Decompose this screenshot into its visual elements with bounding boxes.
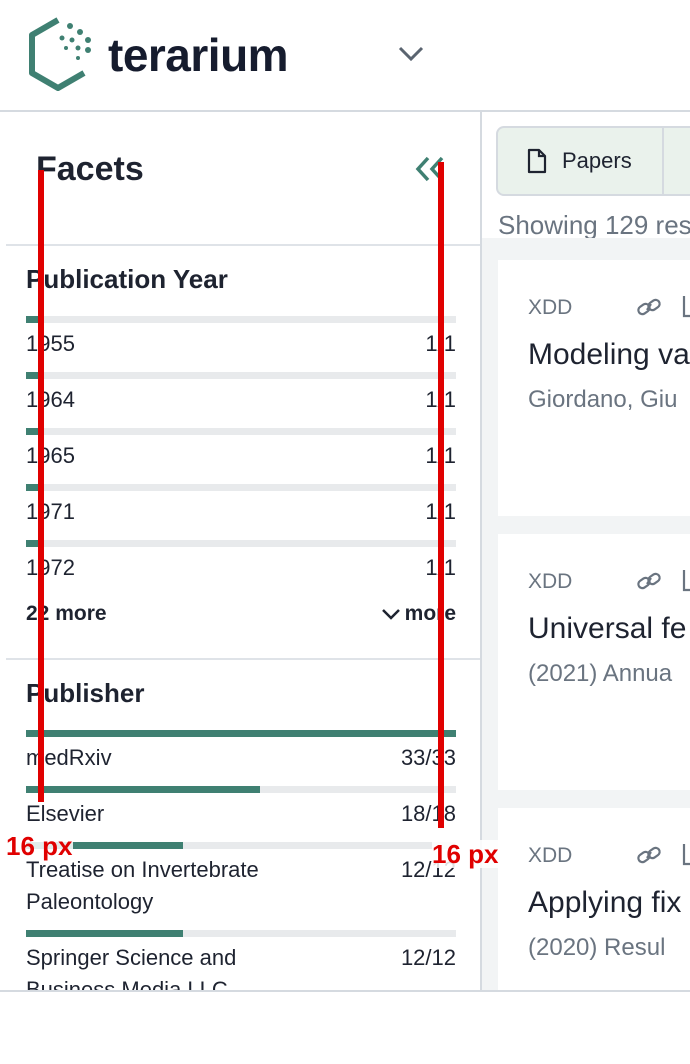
card-subtitle: Giordano, Giu [528, 386, 678, 413]
facets-title: Facets [36, 150, 144, 188]
result-card[interactable]: XDD Applying fix (2020) Resul [498, 808, 690, 1064]
facet-count: 12/12 [400, 945, 456, 970]
facet-label: Treatise on Invertebrate Paleontology [26, 857, 259, 914]
facet-label: 1972 [26, 555, 75, 580]
facet-label: 1955 [26, 331, 75, 356]
result-card[interactable]: XDD Universal fe (2021) Annua [498, 534, 690, 790]
tab-papers[interactable]: Papers [498, 128, 664, 194]
bar-fill [26, 484, 39, 491]
brand-name: terarium [108, 29, 289, 81]
bar-fill [26, 316, 39, 323]
document-icon[interactable] [682, 568, 690, 592]
result-card[interactable]: XDD Modeling va Giordano, Giu [498, 260, 690, 516]
measure-line-right [438, 162, 444, 828]
terarium-logo-icon[interactable] [28, 16, 98, 92]
publication-year-title: Publication Year [26, 264, 228, 294]
facet-count: 18/18 [400, 801, 456, 826]
facet-label: Springer Science and Business Media LLC [26, 945, 237, 990]
document-icon[interactable] [682, 842, 690, 866]
facet-label: 1965 [26, 443, 75, 468]
divider [6, 244, 480, 246]
card-subtitle: (2021) Annua [528, 660, 673, 687]
bar-fill [26, 730, 456, 737]
results-count: Showing 129 res [498, 210, 690, 240]
bar-track [26, 428, 456, 435]
more-toggle-label: more [404, 602, 456, 625]
document-icon[interactable] [682, 294, 690, 318]
bar-fill [26, 786, 261, 793]
facet-label: 1971 [26, 499, 75, 524]
card-source: XDD [528, 570, 573, 593]
bar-track [26, 316, 456, 323]
link-icon[interactable] [636, 570, 662, 592]
measure-line-left [38, 170, 44, 802]
card-title[interactable]: Universal fe [528, 612, 686, 646]
bar-track [26, 372, 456, 379]
measure-label-left: 16 px [6, 831, 73, 861]
facet-count: 33/33 [400, 745, 456, 770]
measure-label-right: 16 px [432, 839, 499, 869]
facet-label: 1964 [26, 387, 75, 412]
facet-label: Elsevier [26, 801, 105, 826]
results-tabs: Papers [496, 126, 690, 196]
card-source: XDD [528, 296, 573, 319]
card-title[interactable]: Modeling va [528, 338, 690, 372]
link-icon[interactable] [636, 844, 662, 866]
link-icon[interactable] [636, 296, 662, 318]
bar-fill [26, 428, 39, 435]
divider [6, 658, 480, 660]
double-chevron-left-icon[interactable] [414, 154, 450, 184]
card-subtitle: (2020) Resul [528, 934, 666, 961]
more-toggle[interactable]: more [381, 602, 456, 626]
bar-track [26, 484, 456, 491]
chevron-down-icon [381, 609, 400, 621]
app-header: terarium [0, 0, 690, 112]
bar-fill [26, 930, 183, 937]
bar-fill [26, 372, 39, 379]
tab-papers-label: Papers [562, 148, 632, 173]
card-title[interactable]: Applying fix [528, 886, 681, 920]
bar-track [26, 540, 456, 547]
bottom-bar [0, 990, 690, 1020]
chevron-down-icon[interactable] [396, 40, 426, 66]
document-icon [527, 148, 547, 174]
card-source: XDD [528, 844, 573, 867]
facets-panel: Facets Publication Year 1955 1/1 1964 1/… [6, 112, 482, 990]
bar-fill [26, 540, 39, 547]
